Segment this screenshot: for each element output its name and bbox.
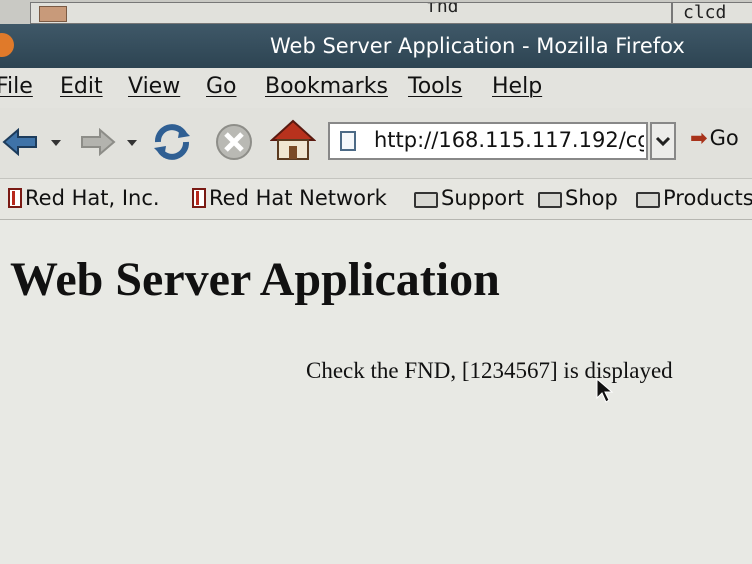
bookmark-folder-products[interactable]: Products xyxy=(636,186,752,210)
page-heading: Web Server Application xyxy=(10,253,500,306)
stop-icon[interactable] xyxy=(214,122,254,162)
menu-edit[interactable]: Edit xyxy=(60,74,103,99)
folder-icon xyxy=(39,6,67,22)
taskbar-strip: fnd clcd xyxy=(0,0,752,25)
back-arrow-icon[interactable] xyxy=(2,128,42,156)
chevron-down-icon xyxy=(655,136,671,147)
window-title: Web Server Application - Mozilla Firefox xyxy=(270,34,685,58)
home-icon[interactable] xyxy=(270,118,316,162)
menu-bookmarks[interactable]: Bookmarks xyxy=(265,74,388,99)
page-content: Web Server Application Check the FND, [1… xyxy=(0,220,752,564)
menu-go[interactable]: Go xyxy=(206,74,237,99)
menu-file[interactable]: File xyxy=(0,74,33,99)
status-message: Check the FND, [1234567] is displayed xyxy=(306,358,673,383)
bookmark-label: Red Hat Network xyxy=(209,186,387,210)
navigation-toolbar: http://168.115.117.192/cgi- ➡Go xyxy=(0,108,752,179)
page-icon xyxy=(340,131,356,151)
go-button[interactable]: ➡Go xyxy=(690,126,739,150)
firefox-icon xyxy=(0,33,14,57)
menu-help[interactable]: Help xyxy=(492,74,542,99)
taskbar-tab-label: clcd xyxy=(683,2,727,23)
url-history-dropdown[interactable] xyxy=(650,122,676,160)
go-label: Go xyxy=(709,126,739,150)
menu-bar: File Edit View Go Bookmarks Tools Help xyxy=(0,68,752,109)
back-history-dropdown-icon[interactable] xyxy=(50,138,62,148)
taskbar-tab-label: fnd xyxy=(426,2,459,17)
bookmark-folder-support[interactable]: Support xyxy=(414,186,524,210)
bookmark-icon xyxy=(192,188,206,208)
bookmarks-toolbar: Red Hat, Inc. Red Hat Network Support Sh… xyxy=(0,179,752,220)
bookmark-label: Support xyxy=(441,186,525,210)
bookmark-label: Products xyxy=(663,186,752,210)
forward-arrow-icon[interactable] xyxy=(78,128,118,156)
menu-view[interactable]: View xyxy=(128,74,180,99)
menu-tools[interactable]: Tools xyxy=(408,74,462,99)
window-titlebar[interactable]: Web Server Application - Mozilla Firefox xyxy=(0,24,752,68)
url-input[interactable]: http://168.115.117.192/cgi- xyxy=(328,122,648,160)
folder-icon xyxy=(636,192,660,208)
taskbar-window-fnd[interactable]: fnd xyxy=(30,2,672,24)
forward-history-dropdown-icon[interactable] xyxy=(126,138,138,148)
folder-icon xyxy=(538,192,562,208)
bookmark-red-hat-network[interactable]: Red Hat Network xyxy=(192,186,387,210)
go-arrow-icon: ➡ xyxy=(690,126,708,150)
folder-icon xyxy=(414,192,438,208)
bookmark-red-hat-inc[interactable]: Red Hat, Inc. xyxy=(8,186,160,210)
mouse-pointer-icon xyxy=(596,378,614,403)
bookmark-label: Shop xyxy=(565,186,618,210)
bookmark-folder-shop[interactable]: Shop xyxy=(538,186,618,210)
taskbar-window-clcd[interactable]: clcd xyxy=(672,2,752,24)
bookmark-label: Red Hat, Inc. xyxy=(25,186,160,210)
bookmark-icon xyxy=(8,188,22,208)
reload-icon[interactable] xyxy=(150,120,194,164)
url-text: http://168.115.117.192/cgi- xyxy=(374,128,644,152)
